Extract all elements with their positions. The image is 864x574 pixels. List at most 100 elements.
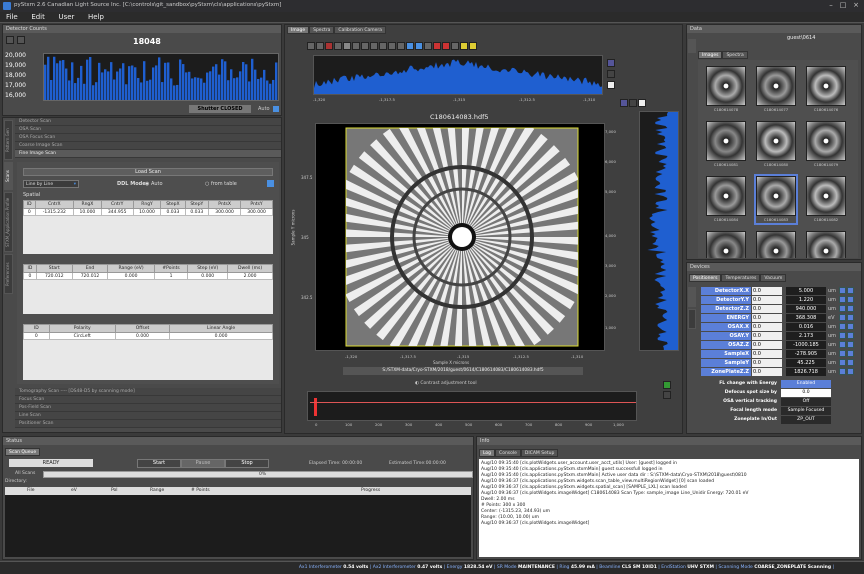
scan-item-tomography[interactable]: Tomography Scan ---- [DS48-D5 by scannin… — [15, 388, 281, 396]
table-cell[interactable]: 0.000 — [187, 272, 229, 280]
roi-icon[interactable] — [361, 42, 369, 50]
doc-icon[interactable] — [638, 99, 646, 107]
positioner-input[interactable]: 0.0 — [752, 296, 782, 304]
edit-icon[interactable] — [267, 180, 274, 187]
camera-icon[interactable] — [6, 36, 14, 44]
scan-item-detector[interactable]: Detector Scan — [15, 118, 281, 126]
auto-dropdown-icon[interactable] — [273, 106, 279, 112]
region-icon[interactable] — [442, 42, 450, 50]
image-thumbnail[interactable]: C180614079 — [806, 121, 846, 168]
maximize-button[interactable]: □ — [838, 1, 848, 10]
start-button[interactable]: Start — [137, 459, 181, 468]
print-icon[interactable] — [370, 42, 378, 50]
vtab-scans[interactable]: Scans — [4, 162, 13, 190]
palette-icon[interactable] — [607, 59, 615, 67]
tab-console[interactable]: Console — [495, 449, 521, 457]
image-thumbnail[interactable]: C180614076 — [806, 66, 846, 113]
positioner-stop-button[interactable] — [839, 305, 846, 312]
vtab-pattern-gen[interactable]: Pattern Gen — [4, 120, 13, 160]
positioner-stop-button[interactable] — [839, 359, 846, 366]
table-cell[interactable]: -1315.232 — [34, 208, 75, 216]
positioner-stop-button[interactable] — [839, 332, 846, 339]
tab-calibration-camera[interactable]: Calibration Camera — [334, 26, 386, 34]
positioner-input[interactable]: 0.0 — [752, 332, 782, 340]
table-cell[interactable]: 0 — [23, 332, 50, 340]
stop-button[interactable]: Stop — [225, 459, 269, 468]
menu-edit[interactable]: Edit — [25, 12, 51, 22]
scan-item-focus[interactable]: Focus Scan — [15, 396, 281, 404]
segment-icon[interactable] — [415, 42, 423, 50]
save-icon[interactable] — [379, 42, 387, 50]
positioner-detail-button[interactable] — [847, 332, 854, 339]
positioner-input[interactable]: 0.0 — [752, 305, 782, 313]
positioner-input[interactable]: 0.0 — [752, 323, 782, 331]
log-view[interactable]: Aug/10 09:35:40 [cls.plotWidgets.user_ac… — [479, 459, 859, 557]
line-mode-select[interactable]: Line by Line ▾ — [23, 180, 79, 188]
setting-value[interactable]: ZP_OUT — [781, 416, 831, 424]
colormap-icon[interactable] — [620, 99, 628, 107]
table-cell[interactable]: 0.033 — [160, 208, 186, 216]
positioner-detail-button[interactable] — [847, 350, 854, 357]
select-icon[interactable] — [316, 42, 324, 50]
image-thumbnail[interactable] — [706, 231, 746, 258]
positioner-detail-button[interactable] — [847, 323, 854, 330]
menu-file[interactable]: File — [0, 12, 24, 22]
positioner-input[interactable]: 0.0 — [752, 341, 782, 349]
positioner-detail-button[interactable] — [847, 368, 854, 375]
positioner-input[interactable]: 0.0 — [752, 350, 782, 358]
move-icon[interactable] — [469, 42, 477, 50]
positioner-detail-button[interactable] — [847, 314, 854, 321]
positioner-stop-button[interactable] — [839, 368, 846, 375]
tab-temperatures[interactable]: Temperatures — [721, 274, 761, 282]
positioner-detail-button[interactable] — [847, 287, 854, 294]
load-scan-button[interactable]: Load Scan — [23, 168, 273, 176]
image-thumbnail[interactable] — [806, 231, 846, 258]
image-thumbnail[interactable]: C180614078 — [706, 66, 746, 113]
vtab-es[interactable] — [688, 287, 696, 307]
cursor-icon[interactable] — [343, 42, 351, 50]
table-cell[interactable]: 0.000 — [169, 332, 273, 340]
table-cell[interactable]: 720.012 — [71, 272, 109, 280]
reset-icon[interactable] — [663, 381, 671, 389]
table-cell[interactable]: 10.000 — [132, 208, 162, 216]
scan-item-fine-image[interactable]: Fine Image Scan — [15, 150, 281, 158]
positioner-input[interactable]: 0.0 — [752, 314, 782, 322]
target-icon[interactable] — [352, 42, 360, 50]
positioner-input[interactable]: 0.0 — [752, 368, 782, 376]
table-cell[interactable]: 10.000 — [73, 208, 102, 216]
positioner-stop-button[interactable] — [839, 314, 846, 321]
setting-value[interactable]: Sample Focused — [781, 407, 831, 415]
table-cell[interactable]: 0.033 — [184, 208, 210, 216]
tab-dicam-setup[interactable]: DICAM Setup — [520, 449, 559, 457]
image-thumbnail[interactable]: C180614080 — [756, 121, 796, 168]
delete-icon[interactable] — [397, 42, 405, 50]
line-icon[interactable] — [406, 42, 414, 50]
positioner-stop-button[interactable] — [839, 323, 846, 330]
positioner-stop-button[interactable] — [839, 296, 846, 303]
table-cell[interactable]: 1 — [153, 272, 189, 280]
moon-icon[interactable] — [607, 70, 615, 78]
zoom-icon[interactable] — [307, 42, 315, 50]
positioner-detail-button[interactable] — [847, 359, 854, 366]
settings-icon[interactable] — [16, 36, 25, 44]
positioner-detail-button[interactable] — [847, 305, 854, 312]
vtab-bl[interactable] — [688, 309, 696, 329]
from-table-radio[interactable]: ○ from table — [205, 181, 237, 187]
menu-help[interactable]: Help — [82, 12, 110, 22]
positioner-input[interactable]: 0.0 — [752, 359, 782, 367]
positioner-stop-button[interactable] — [839, 341, 846, 348]
table-cell[interactable]: 300.000 — [208, 208, 242, 216]
table-cell[interactable]: 0.000 — [114, 332, 171, 340]
image-thumbnail[interactable]: C180614083 — [754, 174, 798, 225]
vtab-data[interactable] — [688, 39, 696, 53]
table-cell[interactable]: 0 — [23, 208, 36, 216]
tab-positioners[interactable]: Positioners — [689, 274, 722, 282]
image-thumbnail[interactable] — [756, 231, 796, 258]
image-thumbnail[interactable]: C180614084 — [706, 176, 746, 223]
table-cell[interactable]: 344.955 — [100, 208, 134, 216]
table-cell[interactable]: CircLeft — [48, 332, 116, 340]
sun-icon[interactable] — [460, 42, 468, 50]
setting-value[interactable]: Off — [781, 398, 831, 406]
focus-icon[interactable] — [663, 391, 671, 399]
stop-icon[interactable] — [325, 42, 333, 50]
